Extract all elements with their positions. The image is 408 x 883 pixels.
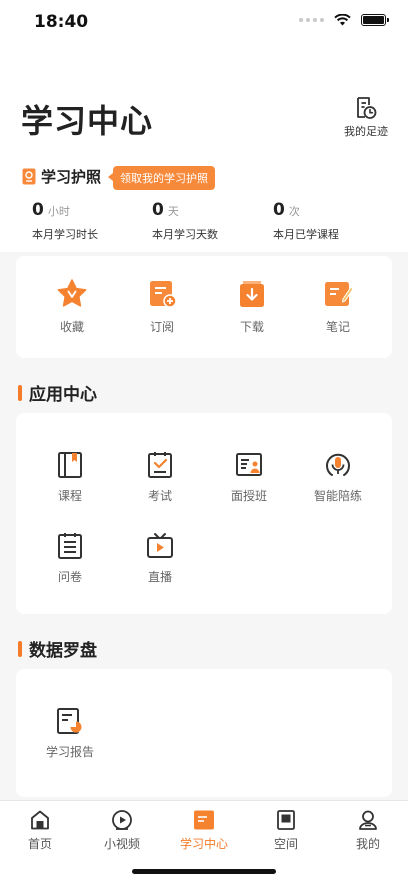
exam-icon: [148, 452, 172, 478]
live-icon: [147, 533, 173, 558]
profile-icon: [359, 810, 377, 830]
quick-action-label: 收藏: [59, 320, 84, 334]
stat-value: 0: [152, 200, 164, 220]
app-item-exam[interactable]: 考试: [120, 451, 200, 504]
app-item-label: 问卷: [57, 570, 82, 584]
quick-action-download[interactable]: 下载: [212, 278, 292, 335]
quick-action-favorite[interactable]: 收藏: [32, 278, 112, 335]
notes-icon: [325, 282, 354, 306]
app-item-label: 面授班: [230, 489, 267, 503]
quick-action-label: 笔记: [325, 320, 350, 334]
subscribe-icon: [150, 281, 177, 308]
learning-center-icon: [194, 810, 214, 830]
app-item-ai-practice[interactable]: 智能陪练: [298, 451, 378, 504]
stat-label: 本月学习天数: [152, 228, 218, 241]
stat-unit: 天: [167, 205, 179, 218]
app-center-title: 应用中心: [18, 380, 97, 405]
wifi-icon: [334, 14, 351, 26]
stat-unit: 次: [288, 205, 300, 218]
app-item-label: 智能陪练: [313, 489, 362, 503]
status-icons: [299, 14, 389, 26]
passport-icon: [22, 168, 36, 185]
tab-label: 空间: [273, 837, 298, 851]
app-center-card: 课程 考试 面授班 智能陪练 问卷 直播: [16, 413, 392, 614]
quick-actions-card: 收藏 订阅 下载 笔记: [16, 256, 392, 358]
tab-label: 我的: [355, 837, 380, 851]
section-title-text: 数据罗盘: [29, 641, 97, 661]
cellular-signal-icon: [299, 18, 324, 22]
short-video-icon: [112, 810, 132, 830]
course-icon: [58, 452, 82, 478]
tab-space[interactable]: 空间: [246, 809, 326, 852]
stat-label: 本月学习时长: [32, 228, 98, 241]
app-item-course[interactable]: 课程: [30, 451, 110, 504]
home-icon: [31, 810, 49, 830]
app-item-survey[interactable]: 问卷: [30, 532, 110, 585]
learning-passport: 学习护照 领取我的学习护照 0 小时 本月学习时长 0天 本月学习天数 0次 本月…: [0, 144, 408, 252]
tab-label: 小视频: [103, 837, 140, 851]
stat-value: 0: [273, 200, 285, 220]
quick-action-label: 订阅: [149, 320, 174, 334]
section-accent-bar: [18, 384, 22, 401]
stat-study-days: 0天 本月学习天数: [152, 200, 218, 242]
tab-home[interactable]: 首页: [0, 809, 80, 852]
data-item-report[interactable]: 学习报告: [30, 707, 110, 760]
status-time: 18:40: [34, 12, 89, 32]
footprint-button[interactable]: 我的足迹: [342, 96, 390, 139]
page-title: 学习中心: [21, 102, 154, 140]
passport-title: 学习护照: [41, 168, 102, 186]
quick-action-subscribe[interactable]: 订阅: [122, 278, 202, 335]
stat-study-hours: 0 小时 本月学习时长: [32, 200, 98, 242]
stat-unit: 小时: [47, 205, 70, 218]
tab-label: 学习中心: [179, 837, 228, 851]
data-compass-title: 数据罗盘: [18, 636, 97, 661]
tab-profile[interactable]: 我的: [328, 809, 408, 852]
app-item-label: 直播: [147, 570, 172, 584]
classroom-icon: [236, 453, 262, 476]
tab-learning-center[interactable]: 学习中心: [164, 809, 244, 852]
survey-icon: [58, 533, 82, 559]
data-compass-card: 学习报告: [16, 669, 392, 797]
stat-value: 0: [32, 200, 44, 220]
page-header: 学习中心 我的足迹: [0, 44, 408, 144]
ai-practice-icon: [326, 453, 350, 476]
quick-action-notes[interactable]: 笔记: [298, 278, 378, 335]
app-item-live[interactable]: 直播: [120, 532, 200, 585]
home-indicator: [132, 869, 276, 874]
tab-short-video[interactable]: 小视频: [82, 809, 162, 852]
stat-courses-studied: 0次 本月已学课程: [273, 200, 339, 242]
report-icon: [57, 708, 82, 734]
footprint-icon: [357, 97, 377, 119]
favorite-icon: [57, 279, 87, 307]
battery-icon: [361, 14, 389, 26]
tab-label: 首页: [27, 837, 52, 851]
space-icon: [277, 810, 295, 830]
app-item-label: 考试: [147, 489, 172, 503]
section-title-text: 应用中心: [29, 385, 97, 405]
footprint-label: 我的足迹: [344, 125, 388, 138]
claim-passport-tip[interactable]: 领取我的学习护照: [108, 166, 215, 190]
app-item-classroom[interactable]: 面授班: [209, 451, 289, 504]
status-bar: 18:40: [0, 0, 408, 44]
app-item-label: 课程: [57, 489, 82, 503]
section-accent-bar: [18, 640, 22, 657]
stat-label: 本月已学课程: [273, 228, 339, 241]
data-item-label: 学习报告: [45, 745, 94, 759]
passport-header[interactable]: 学习护照: [22, 166, 101, 187]
quick-action-label: 下载: [239, 320, 264, 334]
download-icon: [240, 281, 264, 307]
